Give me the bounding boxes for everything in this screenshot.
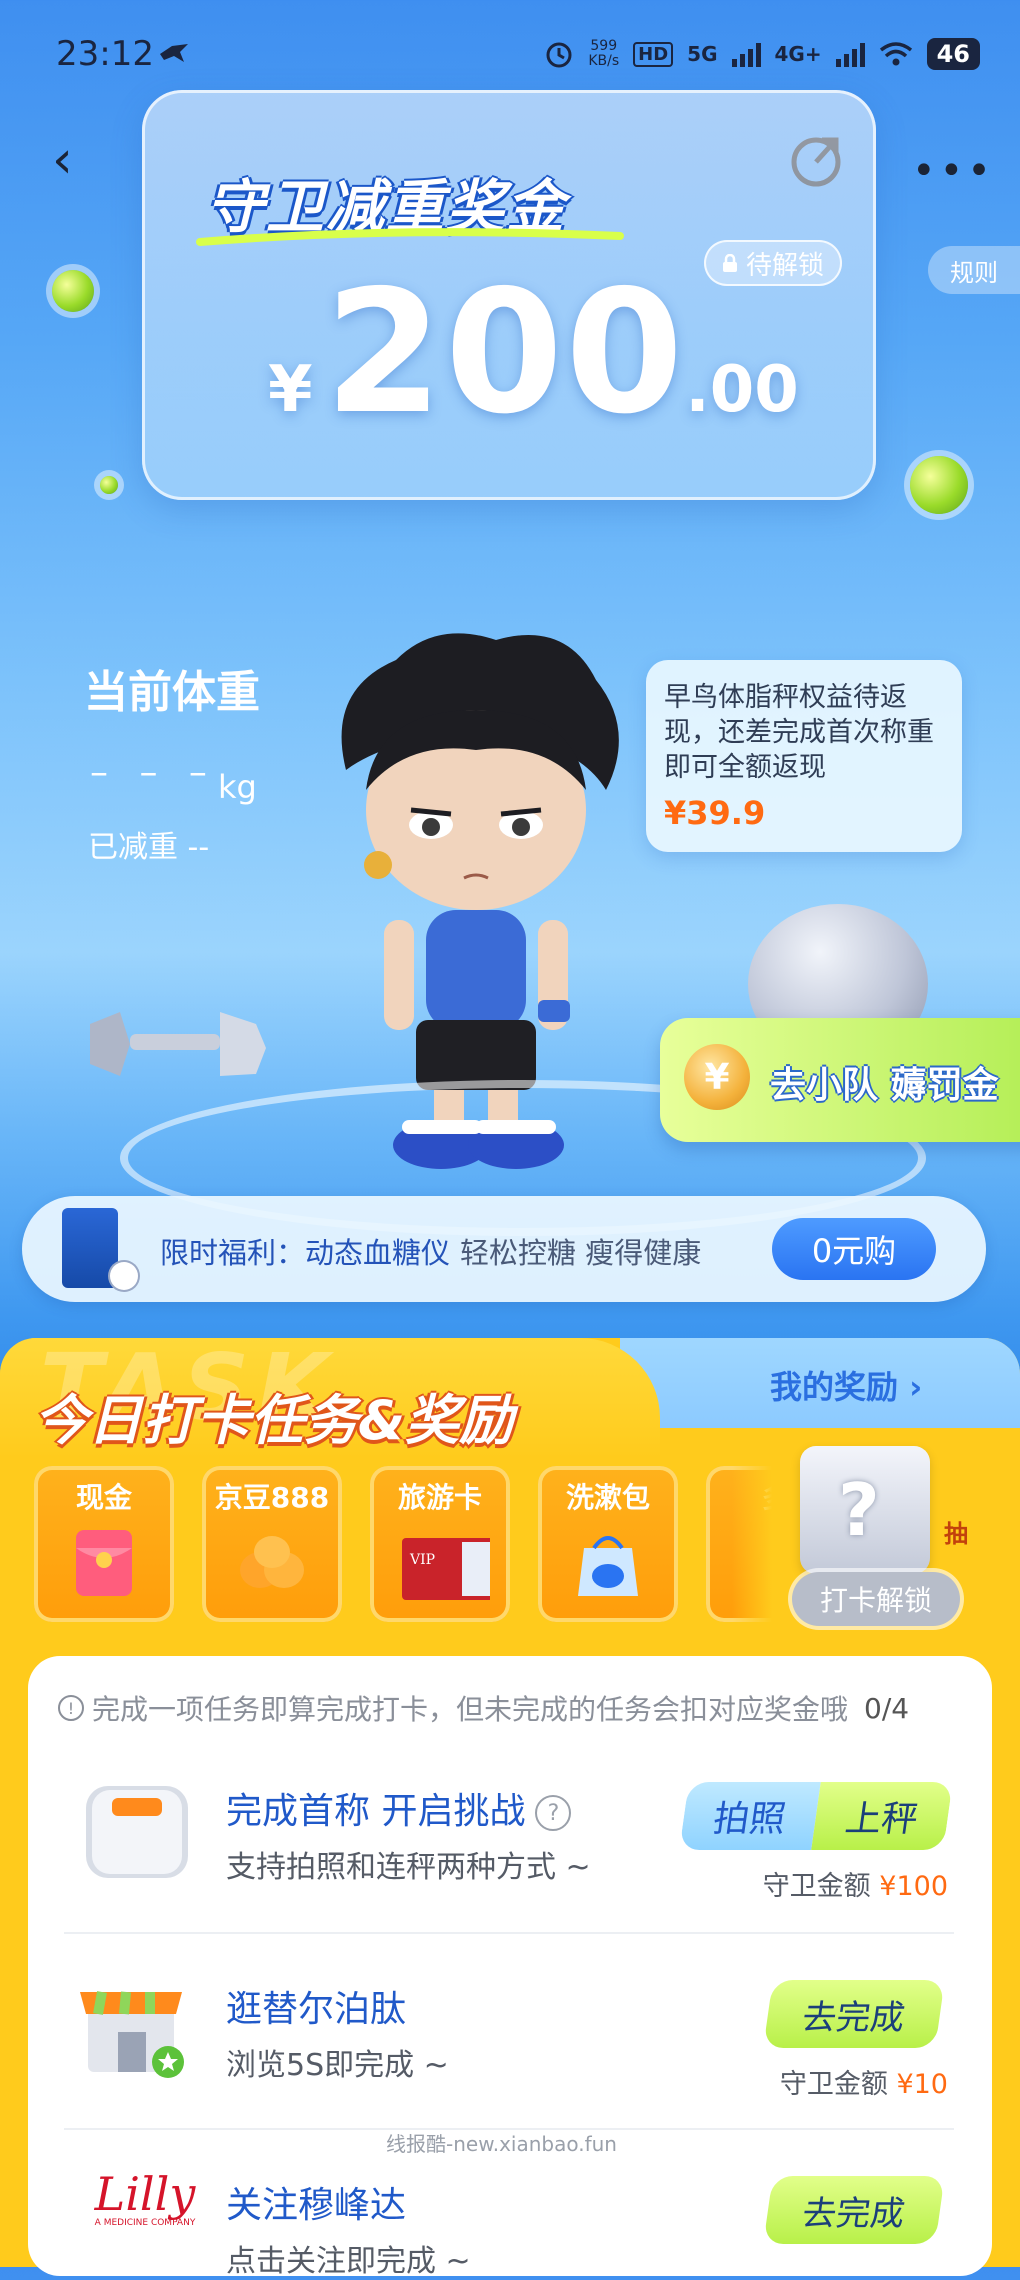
tennis-ball-decor [100,476,118,494]
question-mark: ? [838,1468,880,1552]
notification-bird-icon [160,44,188,62]
weight-lost: 已减重 -- [88,830,210,865]
draw-badge: 抽 [944,1520,968,1548]
my-rewards-link[interactable]: 我的奖励 › [770,1362,922,1408]
coin-icon: ¥ [684,1044,750,1110]
battery: 46 [926,38,980,70]
weigh-method-buttons: 拍照 上秤 [679,1782,953,1850]
promo-title: 限时福利：动态血糖仪 [160,1236,451,1270]
go-complete-button[interactable]: 去完成 [763,1980,945,2048]
alarm-icon [546,42,572,68]
checkin-unlock-button[interactable]: 打卡解锁 [792,1572,960,1626]
net-4g: 4G+ [774,42,822,66]
bonus-amount: ¥ 200 .00 [268,268,799,438]
team-penalty-label[interactable]: 去小队 薅罚金 [770,1056,999,1108]
amount-currency: ¥ [268,353,313,427]
divider [64,1932,954,1934]
weight-unit: kg [218,768,257,806]
signal2-icon [835,41,865,67]
reward-label: 京豆888 [214,1481,330,1514]
amount-integer: 200 [324,254,686,452]
reward-cash[interactable]: 现金 [34,1466,174,1622]
current-weight-value: – – – [90,752,217,793]
watermark-text: 线报酷-new.xianbao.fun [386,2132,617,2156]
red-envelope-icon [76,1530,132,1596]
task-title: 今日打卡任务&奖励 [34,1389,514,1452]
dumbbell-icon [90,1012,266,1076]
photo-button[interactable]: 拍照 [679,1782,821,1850]
reward-travel-card[interactable]: 旅游卡 VIP [370,1466,510,1622]
net-speed: 599 KB/s [588,38,620,69]
reward-label: 现金 [75,1481,132,1514]
vip-card-icon: VIP [402,1538,490,1600]
rebate-price: ¥39.9 [664,794,766,832]
tennis-ball-decor [910,456,968,514]
scale-icon [86,1786,188,1878]
wifi-icon [879,42,912,66]
back-icon[interactable]: ‹ [52,130,92,190]
task-title-browse: 逛替尔泊肽 [226,1989,407,2030]
task-title-follow: 关注穆峰达 [226,2185,407,2226]
brand-sub-text: A MEDICINE COMPANY [94,2218,196,2228]
toiletry-bag-icon [578,1536,638,1596]
tennis-ball-decor [52,270,94,312]
reward-value: ¥10 [896,2069,948,2100]
amount-decimal: .00 [685,353,799,427]
beans-icon [240,1536,304,1588]
help-icon[interactable]: ? [535,1795,572,1831]
promo-subtitle: 轻松控糖 瘦得健康 [460,1236,702,1270]
info-icon: ! [58,1695,84,1721]
reward-label: 守卫金额 [779,2069,888,2100]
scale-button[interactable]: 上秤 [811,1782,953,1850]
title-underline-decor [196,228,624,246]
brand-logo-text: Lilly [94,2167,196,2221]
rebate-text: 早鸟体脂秤权益待返现，还差完成首次称重即可全额返现 [664,682,934,783]
current-weight-label: 当前体重 [84,667,260,718]
task-title-first-weigh: 完成首称 开启挑战? [226,1782,572,1834]
reward-toiletry-bag[interactable]: 洗漱包 [538,1466,678,1622]
task-subtitle: 浏览5S即完成 ~ [226,2048,449,2083]
status-time: 23:12 [56,34,154,74]
zero-yuan-buy-button[interactable]: 0元购 [772,1218,936,1280]
task-progress: 0/4 [864,1691,910,1725]
reward-label: 守卫金额 [762,1871,871,1902]
lilly-logo: Lilly A MEDICINE COMPANY [90,2170,200,2228]
hd-badge: HD [633,41,674,67]
net-5g: 5G [687,42,718,66]
go-complete-button[interactable]: 去完成 [763,2176,945,2244]
status-right: 599 KB/s HD 5G 4G+ 46 [544,32,980,76]
store-icon [80,1991,184,2078]
rules-button[interactable]: 规则 [928,246,1020,294]
task-reward: 守卫金额 ¥100 [700,1864,948,1903]
svg-text:VIP: VIP [409,1552,435,1568]
reward-value: ¥100 [879,1871,948,1902]
reward-label: 旅游卡 [397,1481,482,1514]
more-icon[interactable]: ••• [912,148,995,194]
task-notice: ! 完成一项任务即算完成打卡，但未完成的任务会扣对应奖金哦 0/4 [58,1688,909,1728]
task-reward: 守卫金额 ¥10 [700,2062,948,2101]
signal-icon [731,41,761,67]
reward-label: 洗漱包 [565,1481,650,1514]
task-subtitle: 点击关注即完成 ~ [226,2244,471,2279]
promo-text: 限时福利：动态血糖仪 轻松控糖 瘦得健康 [160,1230,701,1272]
task-title-text: 完成首称 开启挑战 [226,1791,526,1832]
reward-jd-beans[interactable]: 京豆888 [202,1466,342,1622]
notice-text: 完成一项任务即算完成打卡，但未完成的任务会扣对应奖金哦 [92,1693,849,1726]
glucose-sensor-icon [110,1262,138,1290]
task-subtitle: 支持拍照和连秤两种方式 ~ [226,1850,591,1885]
